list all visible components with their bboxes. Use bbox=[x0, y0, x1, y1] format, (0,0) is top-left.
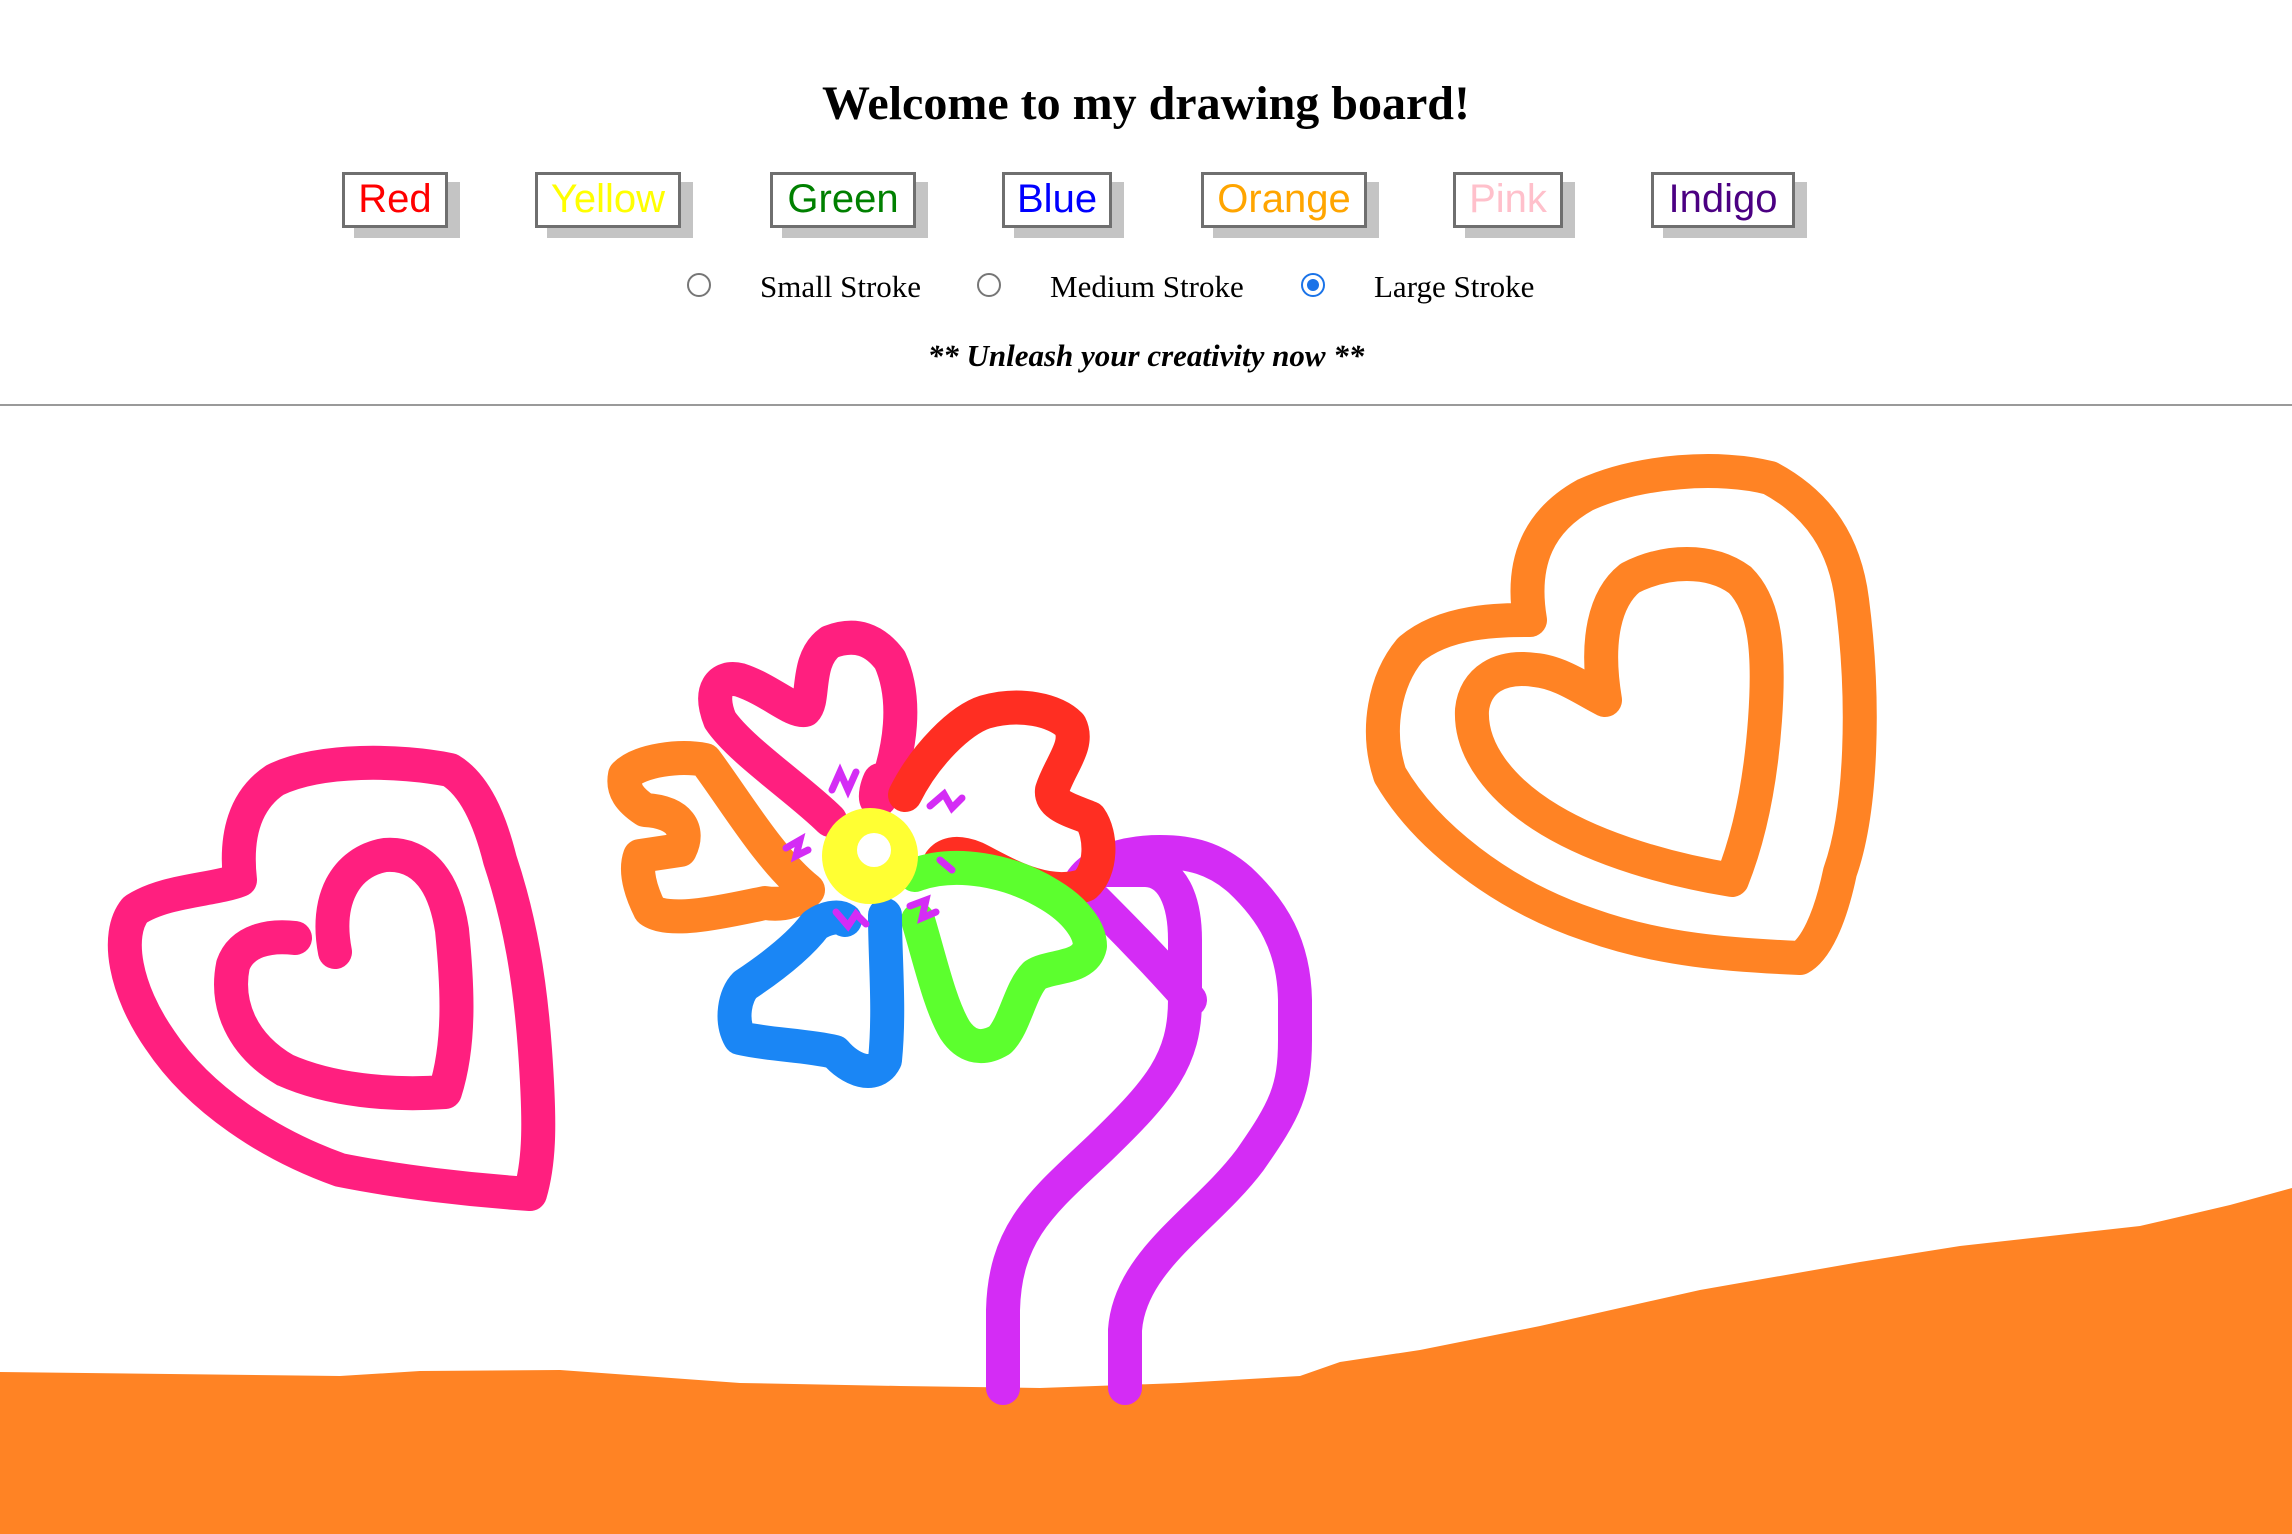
color-button-label: Blue bbox=[1017, 177, 1098, 221]
pink-heart-outer bbox=[107, 745, 556, 1211]
color-button-orange[interactable]: Orange bbox=[1201, 172, 1367, 228]
flower-center-hole bbox=[857, 833, 891, 867]
pink-heart-inner bbox=[214, 837, 474, 1111]
small-stroke-radio[interactable] bbox=[687, 273, 711, 297]
drawing-canvas[interactable] bbox=[0, 406, 2292, 1534]
small-stroke-label[interactable]: Small Stroke bbox=[760, 268, 921, 306]
color-button-blue[interactable]: Blue bbox=[1002, 172, 1112, 228]
large-stroke-label[interactable]: Large Stroke bbox=[1374, 268, 1534, 306]
drawing-svg bbox=[0, 454, 2292, 1534]
petal-green-stroke bbox=[898, 850, 1107, 1064]
color-button-red[interactable]: Red bbox=[342, 172, 448, 228]
petal-blue-stroke bbox=[717, 898, 905, 1088]
color-button-green[interactable]: Green bbox=[770, 172, 916, 228]
color-button-label: Green bbox=[787, 177, 899, 221]
color-button-indigo[interactable]: Indigo bbox=[1651, 172, 1795, 228]
ground-stroke bbox=[0, 1188, 2292, 1534]
tagline: ** Unleash your creativity now ** bbox=[927, 338, 1365, 373]
color-button-label: Yellow bbox=[550, 177, 666, 221]
color-button-pink[interactable]: Pink bbox=[1453, 172, 1563, 228]
orange-heart-outer bbox=[1365, 454, 1877, 975]
toolbar-header: Welcome to my drawing board! Red Yellow … bbox=[0, 0, 2292, 406]
color-button-label: Orange bbox=[1217, 177, 1351, 221]
medium-stroke-radio[interactable] bbox=[977, 273, 1001, 297]
color-button-yellow[interactable]: Yellow bbox=[535, 172, 681, 228]
color-button-label: Pink bbox=[1469, 177, 1547, 221]
medium-stroke-label[interactable]: Medium Stroke bbox=[1050, 268, 1244, 306]
page-title: Welcome to my drawing board! bbox=[822, 77, 1470, 130]
color-button-label: Indigo bbox=[1668, 177, 1778, 221]
color-button-label: Red bbox=[358, 177, 432, 221]
stroke-options: Small Stroke Medium Stroke Large Stroke bbox=[0, 268, 2292, 308]
large-stroke-radio[interactable] bbox=[1301, 273, 1325, 297]
